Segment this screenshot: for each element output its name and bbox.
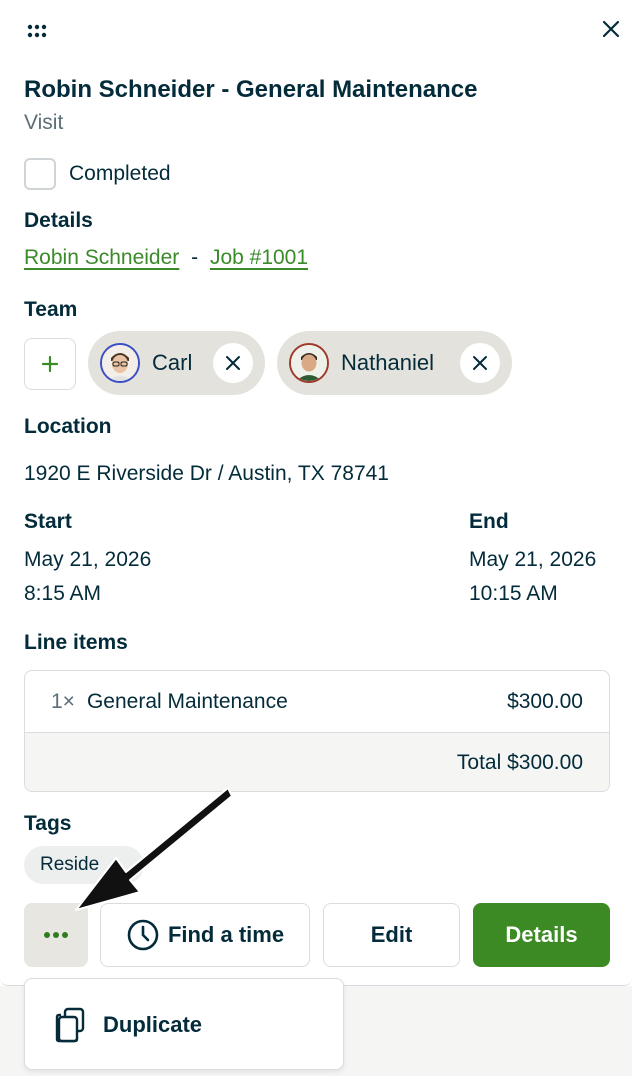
- line-item-qty: 1×: [51, 689, 75, 713]
- tags-heading: Tags: [24, 812, 72, 835]
- line-items-heading: Line items: [24, 631, 128, 654]
- line-items-total-row: Total $300.00: [25, 732, 609, 791]
- client-link[interactable]: Robin Schneider: [24, 246, 179, 269]
- menu-item-duplicate[interactable]: Duplicate: [55, 1007, 202, 1043]
- completed-label: Completed: [69, 162, 171, 185]
- find-a-time-label: Find a time: [167, 922, 285, 947]
- end-date: May 21, 2026: [469, 548, 597, 571]
- grip-dots-icon[interactable]: [27, 24, 47, 38]
- more-actions-menu: Duplicate: [24, 978, 344, 1070]
- tag-badge[interactable]: Reside: [24, 846, 144, 884]
- more-actions-button[interactable]: [24, 903, 88, 967]
- line-items-table: 1× General Maintenance $300.00 Total $30…: [24, 670, 610, 792]
- team-chip-nathaniel: Nathaniel: [277, 331, 512, 395]
- location-heading: Location: [24, 415, 112, 438]
- completed-checkbox[interactable]: [24, 158, 56, 190]
- details-links: Robin Schneider - Job #1001: [24, 246, 308, 270]
- location-address: 1920 E Riverside Dr / Austin, TX 78741: [24, 462, 389, 485]
- team-member-name: Carl: [152, 350, 193, 375]
- menu-item-label: Duplicate: [103, 1012, 203, 1037]
- remove-nathaniel-button[interactable]: [460, 343, 500, 383]
- line-item-row: 1× General Maintenance $300.00: [25, 671, 609, 732]
- remove-carl-button[interactable]: [213, 343, 253, 383]
- page-subtitle: Visit: [24, 111, 64, 134]
- details-heading: Details: [24, 209, 93, 232]
- close-x-icon: [226, 356, 240, 370]
- more-dots-icon: [44, 932, 68, 938]
- close-x-icon: [473, 356, 487, 370]
- completed-checkbox-row[interactable]: Completed: [24, 158, 171, 190]
- add-team-member-button[interactable]: [24, 338, 76, 390]
- line-items-total: Total $300.00: [456, 751, 583, 774]
- start-time: 8:15 AM: [24, 582, 102, 605]
- line-item-name: General Maintenance: [86, 689, 288, 713]
- close-x-icon[interactable]: [598, 16, 624, 42]
- duplicate-icon: [55, 1007, 85, 1043]
- start-date: May 21, 2026: [24, 548, 152, 571]
- team-member-name: Nathaniel: [341, 350, 434, 375]
- plus-icon: [41, 355, 59, 373]
- visit-panel: Robin Schneider - General Maintenance Vi…: [0, 0, 632, 986]
- line-item-price: $300.00: [507, 689, 583, 713]
- edit-button[interactable]: Edit: [323, 903, 460, 967]
- link-separator: -: [191, 246, 199, 269]
- start-heading: Start: [24, 510, 72, 533]
- details-button[interactable]: Details: [473, 903, 610, 967]
- team-heading: Team: [24, 298, 78, 321]
- avatar: [289, 343, 329, 383]
- avatar: [100, 343, 140, 383]
- end-heading: End: [469, 510, 509, 533]
- end-time: 10:15 AM: [469, 582, 558, 605]
- clock-icon: [127, 919, 159, 951]
- team-chip-carl: Carl: [88, 331, 265, 395]
- job-link[interactable]: Job #1001: [210, 246, 308, 269]
- page-title: Robin Schneider - General Maintenance: [24, 76, 478, 103]
- find-a-time-button[interactable]: Find a time: [100, 903, 310, 967]
